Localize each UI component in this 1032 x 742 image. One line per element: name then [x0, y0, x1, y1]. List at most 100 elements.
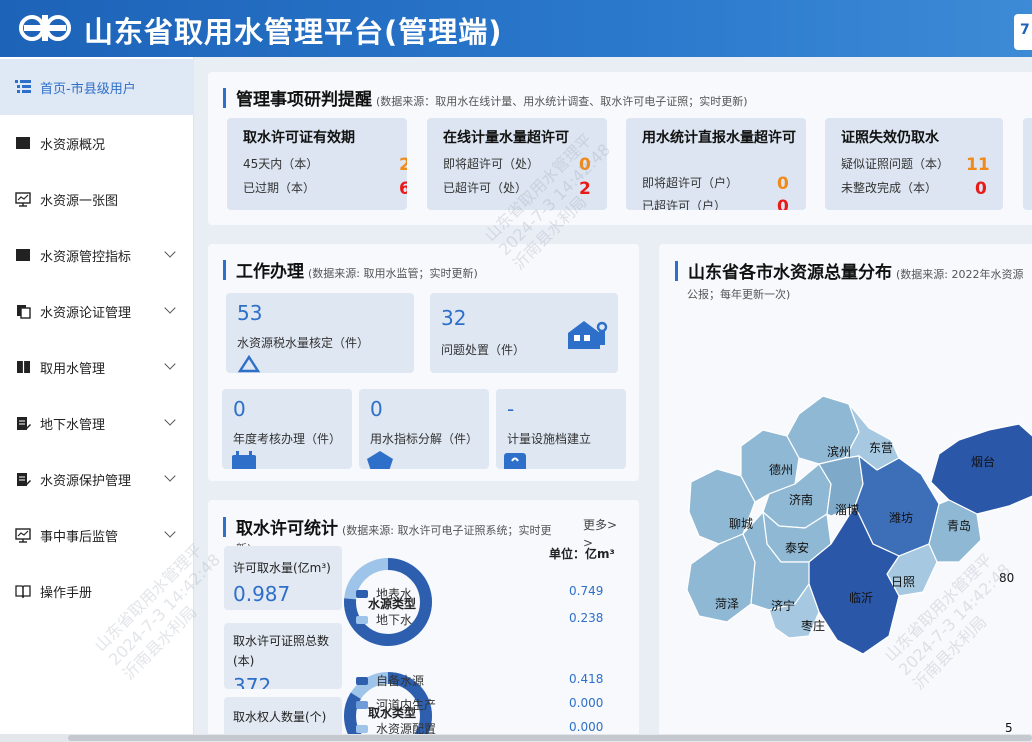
alerts-panel: 管理事项研判提醒 (数据来源：取用水在线计量、用水统计调查、取水许可电子证照；实…	[208, 72, 1032, 225]
logo-icon	[19, 15, 71, 41]
legend-surface: 地表水	[356, 585, 412, 602]
alert-card-partial[interactable]	[1023, 118, 1032, 210]
alert-card-online-metering[interactable]: 在线计量水量超许可 即将超许可（处） 0 已超许可（处） 2	[427, 118, 607, 210]
sidebar-item-label: 水资源一张图	[40, 193, 119, 209]
row-value[interactable]: 0	[975, 179, 987, 199]
alert-card-statistics-report[interactable]: 用水统计直报水量超许可 即将超许可（户） 0 已超许可（户） 0	[626, 118, 806, 210]
map-label: 烟台	[971, 454, 995, 469]
map-panel: 山东省各市水资源总量分布 (数据来源: 2022年水资源 公报；每年更新一次) …	[659, 244, 1032, 742]
sidebar-item-demonstration[interactable]: 水资源论证管理	[0, 283, 194, 339]
legend-value: 0.418	[569, 672, 604, 686]
legend-swatch	[356, 676, 368, 685]
alert-card-permit-validity[interactable]: 取水许可证有效期 45天内（本） 2 已过期（本） 6	[227, 118, 407, 210]
sidebar-item-label: 取用水管理	[40, 361, 106, 377]
stat-permit-volume[interactable]: 许可取水量(亿m³) 0.987	[224, 546, 342, 610]
permit-panel: 取水许可统计 (数据来源: 取水许可电子证照系统；实时更 新) 更多>> 单位：…	[208, 500, 639, 742]
clipboard-icon	[504, 453, 526, 469]
title-accent	[223, 259, 226, 280]
scale-low-label: 5	[1005, 721, 1013, 735]
map-label: 临沂	[849, 591, 873, 605]
chevron-down-icon	[164, 302, 176, 314]
work-title-row: 工作办理 (数据来源: 取用水监管；实时更新)	[223, 257, 478, 282]
chevron-down-icon	[164, 414, 176, 426]
sidebar-item-label: 首页-市县级用户	[40, 81, 136, 97]
list-icon	[14, 79, 32, 95]
alert-card-expired-license[interactable]: 证照失效仍取水 疑似证照问题（本） 11 未整改完成（本） 0	[825, 118, 1003, 210]
scale-high-label: 80	[999, 571, 1014, 585]
card-title: 取水许可证有效期	[243, 130, 355, 146]
panel-title: 工作办理	[236, 262, 304, 282]
work-item-label: 问题处置（件）	[441, 343, 526, 357]
app-header: 山东省取用水管理平台(管理端) 7	[0, 0, 1032, 57]
sidebar-item-supervision[interactable]: 事中事后监管	[0, 507, 194, 563]
work-item-value: 0	[233, 397, 246, 421]
sidebar-item-label: 水资源管控指标	[40, 249, 132, 265]
sidebar-item-overview[interactable]: 水资源概况	[0, 115, 194, 171]
sidebar-item-label: 水资源概况	[40, 137, 106, 153]
sidebar-item-protection[interactable]: 水资源保护管理	[0, 451, 194, 507]
alerts-title-row: 管理事项研判提醒 (数据来源：取用水在线计量、用水统计调查、取水许可电子证照；实…	[223, 85, 748, 110]
legend-label: 地表水	[376, 587, 413, 601]
sidebar-item-home[interactable]: 首页-市县级用户	[0, 59, 194, 115]
work-item-issue-handling[interactable]: 32 问题处置（件）	[430, 293, 618, 373]
sidebar-item-water-use[interactable]: 取用水管理	[0, 339, 194, 395]
copy-icon	[14, 303, 32, 319]
panel-source: (数据来源: 取水许可电子证照系统；实时更	[342, 524, 552, 537]
scrollbar-thumb[interactable]	[68, 735, 1032, 741]
row-value[interactable]: 6	[399, 179, 407, 199]
map-label: 东营	[869, 441, 893, 455]
shandong-map[interactable]: 德州 滨州 东营 烟台 济南 淄博 潍坊 青岛 聊城 泰安 日照 菏泽 济宁 临…	[659, 244, 1032, 742]
legend-river-production: 河道内生产	[356, 696, 436, 713]
map-label: 枣庄	[801, 618, 825, 633]
water-drop-icon	[237, 355, 261, 373]
horizontal-scrollbar[interactable]	[0, 734, 1032, 742]
map-label: 淄博	[835, 502, 859, 517]
chevron-down-icon	[164, 470, 176, 482]
panel-title: 取水许可统计	[236, 519, 338, 539]
sidebar-item-control-index[interactable]: 水资源管控指标	[0, 227, 194, 283]
map-label: 滨州	[827, 444, 851, 459]
stat-label: 取水许可证照总数(本)	[233, 634, 330, 668]
stat-label: 取水权人数量(个)	[233, 710, 327, 724]
row-value[interactable]: 2	[579, 179, 591, 199]
work-item-label: 年度考核办理（件）	[233, 432, 342, 446]
row-value[interactable]: 0	[579, 155, 591, 175]
map-label: 济南	[789, 492, 813, 507]
app-title: 山东省取用水管理平台(管理端)	[84, 15, 503, 49]
sidebar-item-manual[interactable]: 操作手册	[0, 563, 194, 619]
row-label: 45天内（本）	[243, 157, 319, 171]
row-label: 未整改完成（本）	[841, 181, 938, 195]
stat-value: 372	[233, 674, 272, 689]
work-item-annual-assessment[interactable]: 0 年度考核办理（件）	[222, 389, 352, 469]
row-label: 已超许可（户）	[642, 199, 727, 210]
sidebar-item-groundwater[interactable]: 地下水管理	[0, 395, 194, 451]
stat-label: 许可取水量(亿m³)	[233, 561, 331, 575]
map-label: 济宁	[771, 598, 795, 613]
work-item-meter-archive[interactable]: - 计量设施档建立	[496, 389, 626, 469]
panel-title: 管理事项研判提醒	[236, 90, 372, 110]
unit-label: 单位：亿m³	[549, 547, 615, 561]
map-label: 日照	[891, 575, 915, 589]
legend-label: 自备水源	[376, 674, 425, 688]
row-value[interactable]: 11	[966, 155, 990, 175]
header-user-button[interactable]: 7	[1014, 14, 1032, 50]
map-label: 潍坊	[889, 510, 913, 525]
map-label: 青岛	[947, 518, 971, 533]
chart-screen-icon	[14, 527, 32, 543]
work-item-tax-verify[interactable]: 53 水资源税水量核定（件）	[226, 293, 414, 373]
row-label: 已过期（本）	[243, 181, 316, 195]
row-value[interactable]: 0	[777, 197, 789, 210]
work-item-label: 水资源税水量核定（件）	[237, 336, 370, 350]
sidebar-item-label: 水资源论证管理	[40, 305, 132, 321]
panel-source: (数据来源：取用水在线计量、用水统计调查、取水许可电子证照；实时更新)	[376, 95, 748, 108]
row-value[interactable]: 2	[399, 155, 407, 175]
title-accent	[223, 87, 226, 108]
work-item-indicator-split[interactable]: 0 用水指标分解（件）	[359, 389, 489, 469]
chevron-down-icon	[164, 526, 176, 538]
calendar-icon	[232, 451, 256, 469]
legend-self-supply: 自备水源	[356, 672, 424, 689]
stat-license-count[interactable]: 取水许可证照总数(本) 372	[224, 623, 342, 689]
sidebar-item-map[interactable]: 水资源一张图	[0, 171, 194, 227]
legend-swatch	[356, 589, 368, 598]
row-value[interactable]: 0	[777, 174, 789, 194]
